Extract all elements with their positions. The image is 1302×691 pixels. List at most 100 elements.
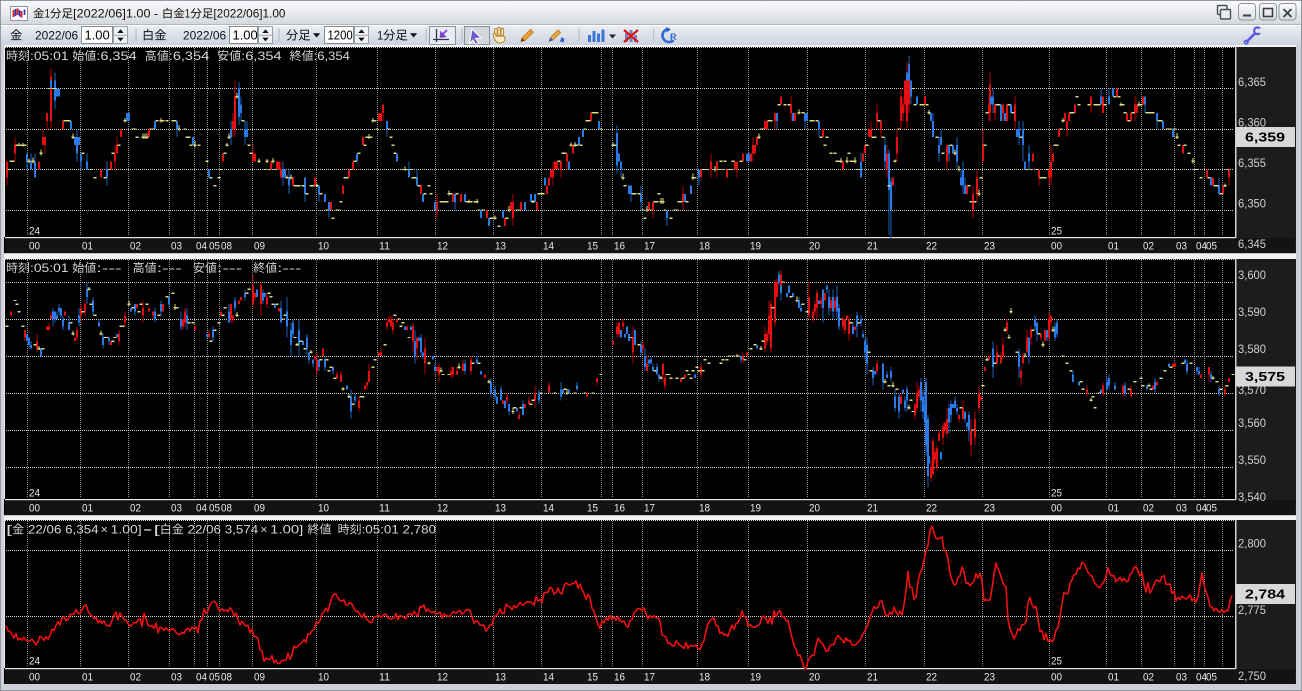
svg-text:20: 20 [809, 241, 820, 253]
svg-text:02: 02 [130, 241, 141, 253]
svg-text:17: 17 [644, 241, 655, 253]
svg-text:2022/06: 2022/06 [183, 29, 226, 43]
svg-text:2,750: 2,750 [1238, 669, 1266, 683]
svg-text:02: 02 [130, 503, 141, 515]
svg-text:3,600: 3,600 [1238, 268, 1266, 282]
svg-text:03: 03 [1176, 241, 1187, 253]
svg-text:25: 25 [1051, 226, 1062, 238]
svg-text:15: 15 [587, 672, 598, 684]
svg-text:24: 24 [29, 656, 40, 668]
svg-text:1.00]: 1.00] [270, 523, 307, 537]
svg-text:16: 16 [614, 241, 625, 253]
svg-text:11: 11 [379, 672, 390, 684]
svg-text:01: 01 [82, 503, 93, 515]
svg-text:16: 16 [614, 672, 625, 684]
svg-text:10: 10 [318, 672, 329, 684]
svg-text:01: 01 [1108, 241, 1119, 253]
svg-text:10: 10 [318, 241, 329, 253]
svg-text:17: 17 [644, 672, 655, 684]
svg-text::---: :--- [96, 261, 132, 275]
svg-text:12: 12 [437, 503, 448, 515]
svg-text:22/06 6,354: 22/06 6,354 [24, 523, 99, 537]
svg-text:05: 05 [209, 672, 220, 684]
svg-text:18: 18 [699, 503, 710, 515]
svg-text::05:01: :05:01 [30, 49, 72, 63]
svg-text:15: 15 [587, 241, 598, 253]
svg-text:21: 21 [867, 503, 878, 515]
svg-text:16: 16 [614, 503, 625, 515]
svg-text:00: 00 [1051, 503, 1062, 515]
svg-text:6,365: 6,365 [1238, 75, 1266, 89]
svg-text:22/06 3,574: 22/06 3,574 [184, 523, 259, 537]
svg-text:17: 17 [644, 503, 655, 515]
svg-text:19: 19 [750, 503, 761, 515]
svg-text:00: 00 [1051, 672, 1062, 684]
svg-text:09: 09 [254, 672, 265, 684]
svg-text:3,575: 3,575 [1245, 369, 1285, 384]
svg-text:13: 13 [495, 672, 506, 684]
svg-text:11: 11 [379, 241, 390, 253]
svg-text:15: 15 [587, 503, 598, 515]
svg-text:6,350: 6,350 [1238, 197, 1266, 211]
svg-text:25: 25 [1051, 488, 1062, 500]
svg-text:10: 10 [318, 503, 329, 515]
svg-text:18: 18 [699, 241, 710, 253]
svg-text:1.00]: 1.00] [111, 523, 142, 537]
svg-text::---: :--- [277, 261, 301, 275]
svg-text:2,784: 2,784 [1245, 587, 1286, 602]
svg-text:×: × [260, 523, 267, 537]
svg-text:00: 00 [29, 503, 40, 515]
svg-text::6,354: :6,354 [169, 49, 217, 63]
svg-text:14: 14 [543, 503, 554, 515]
svg-text:04: 04 [196, 241, 207, 253]
svg-text::6,354: :6,354 [96, 49, 144, 63]
svg-text:6,359: 6,359 [1245, 130, 1285, 145]
svg-text:2022/06: 2022/06 [35, 29, 78, 43]
svg-text:[2022/06]1.00: [2022/06]1.00 [213, 7, 285, 21]
svg-text:23: 23 [984, 241, 995, 253]
svg-text:01: 01 [1108, 672, 1119, 684]
svg-text:09: 09 [254, 241, 265, 253]
svg-text:3,550: 3,550 [1238, 453, 1266, 467]
svg-text:01: 01 [1108, 503, 1119, 515]
svg-text:11: 11 [379, 503, 390, 515]
svg-text:14: 14 [543, 672, 554, 684]
svg-text:19: 19 [750, 672, 761, 684]
svg-text::05:01: :05:01 [30, 261, 72, 275]
svg-text:1.00: 1.00 [85, 29, 110, 43]
svg-text:2,800: 2,800 [1238, 537, 1266, 551]
svg-text:13: 13 [495, 503, 506, 515]
svg-text:1: 1 [185, 7, 191, 21]
svg-text::6,354: :6,354 [241, 49, 289, 63]
svg-text:13: 13 [495, 241, 506, 253]
svg-text:1: 1 [377, 29, 383, 43]
svg-text::---: :--- [157, 261, 193, 275]
svg-text:05: 05 [1206, 672, 1217, 684]
svg-text:6,355: 6,355 [1238, 156, 1266, 170]
svg-text:21: 21 [867, 672, 878, 684]
svg-text:02: 02 [130, 672, 141, 684]
svg-text:05: 05 [209, 241, 220, 253]
svg-text:6,345: 6,345 [1238, 237, 1266, 251]
svg-text:20: 20 [809, 503, 820, 515]
svg-text:05: 05 [1206, 241, 1217, 253]
svg-text::6,354: :6,354 [314, 49, 351, 63]
svg-text:04: 04 [196, 672, 207, 684]
svg-text:08: 08 [221, 672, 232, 684]
svg-text:19: 19 [750, 241, 761, 253]
svg-text:01: 01 [82, 241, 93, 253]
svg-text:18: 18 [699, 672, 710, 684]
svg-text:25: 25 [1051, 656, 1062, 668]
svg-text:1.00: 1.00 [233, 29, 258, 43]
svg-text:22: 22 [926, 672, 937, 684]
svg-text::05:01 2,780: :05:01 2,780 [362, 523, 437, 537]
svg-text:3,540: 3,540 [1238, 490, 1266, 504]
svg-text:00: 00 [29, 672, 40, 684]
svg-text:2,775: 2,775 [1238, 603, 1266, 617]
svg-text:×: × [101, 523, 108, 537]
svg-text:[2022/06]1.00 -: [2022/06]1.00 - [73, 7, 162, 21]
svg-text:3,560: 3,560 [1238, 416, 1266, 430]
svg-text:01: 01 [82, 672, 93, 684]
svg-text:08: 08 [221, 241, 232, 253]
svg-text:02: 02 [1143, 241, 1154, 253]
